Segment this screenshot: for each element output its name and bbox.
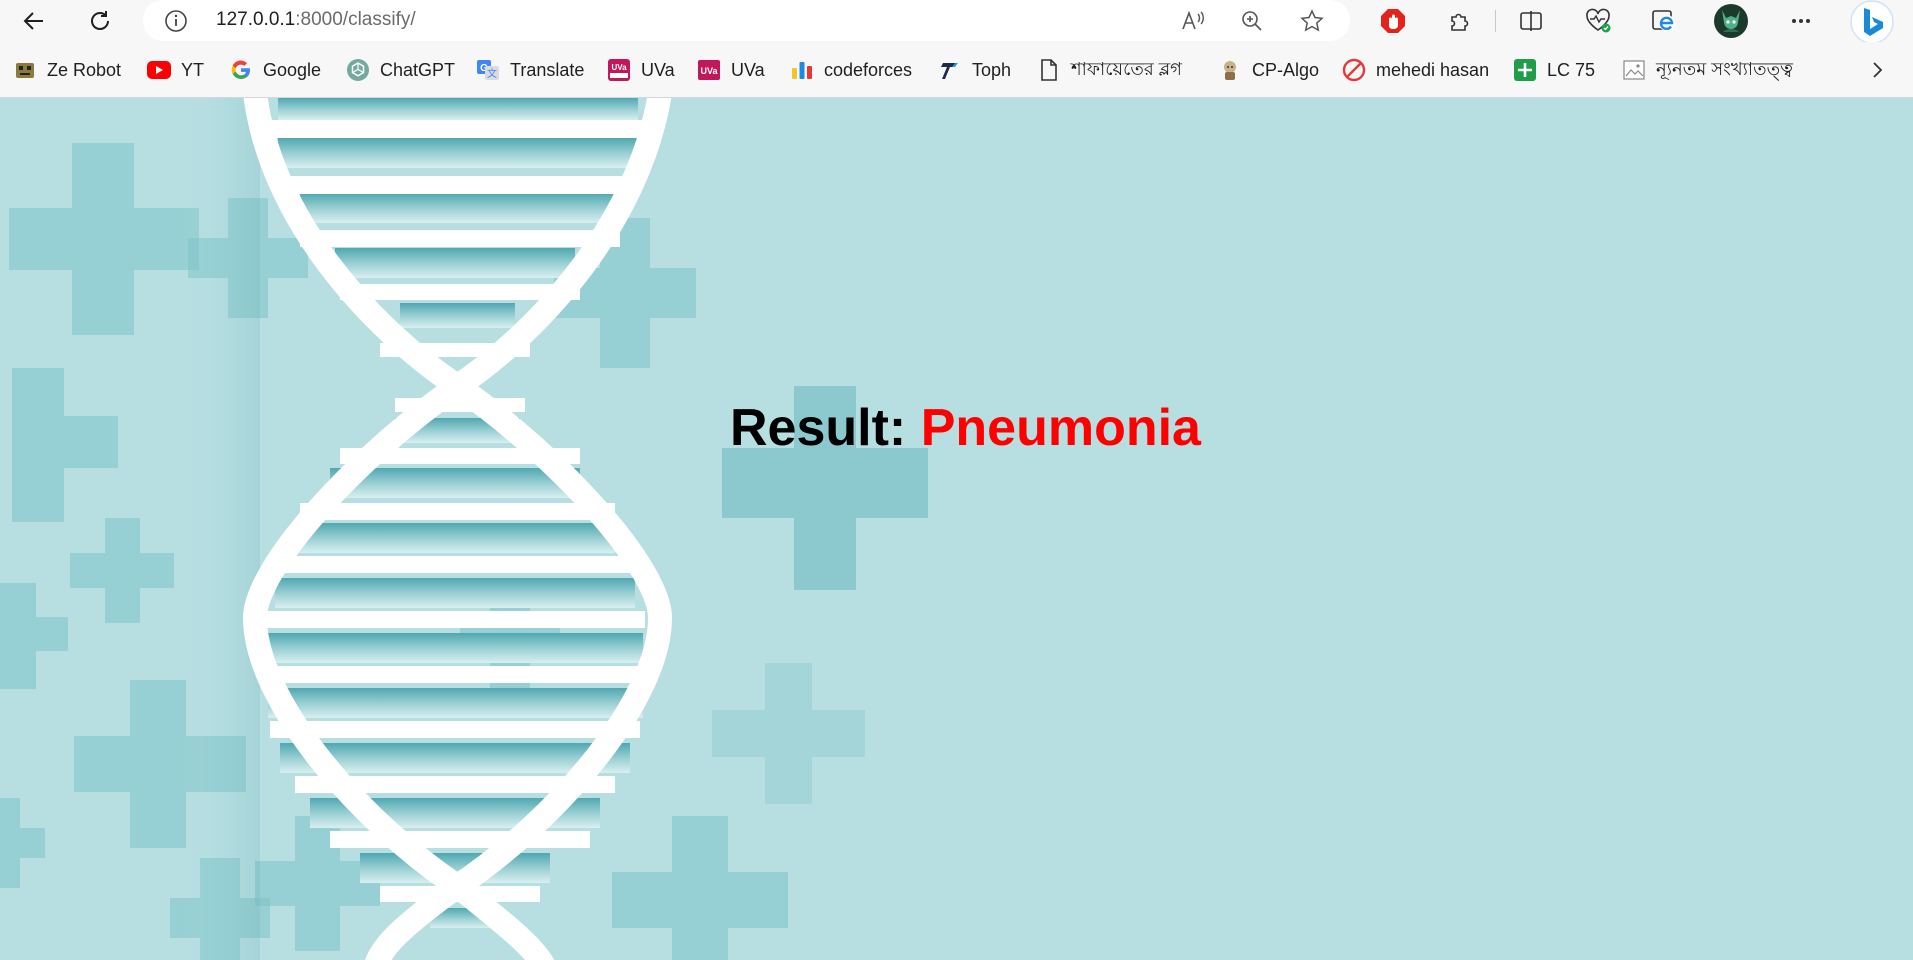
bookmark-uva[interactable]: UVa UVa: [696, 55, 765, 85]
bookmark-label: Google: [263, 59, 322, 80]
bookmark-label: ন্যূনতম সংখ্যাতত্ত্ব: [1656, 58, 1793, 79]
bookmark-label: CP-Algo: [1252, 59, 1320, 80]
svg-text:文: 文: [487, 67, 497, 80]
bookmark-cp-algo[interactable]: CP-Algo: [1217, 55, 1319, 85]
bookmark-label: UVa: [641, 59, 675, 80]
bookmark-toph[interactable]: Toph: [937, 55, 1011, 85]
youtube-icon: [146, 57, 172, 83]
read-aloud-icon[interactable]: [1178, 6, 1208, 36]
split-screen-icon[interactable]: [1513, 3, 1549, 39]
browser-essentials-icon[interactable]: [1580, 3, 1616, 39]
back-arrow-icon: [23, 12, 43, 30]
adblock-extension-icon[interactable]: [1375, 3, 1411, 39]
refresh-icon: [91, 11, 109, 30]
url-path: :8000/classify/: [295, 9, 416, 30]
plus-icon: [1512, 57, 1538, 83]
url-host: 127.0.0.1: [216, 9, 296, 30]
zoom-icon[interactable]: [1237, 6, 1267, 36]
bookmark-mehedi-hasan[interactable]: mehedi hasan: [1341, 55, 1489, 85]
extensions-puzzle-icon[interactable]: [1441, 3, 1477, 39]
profile-avatar[interactable]: [1713, 3, 1749, 39]
bookmark-translate[interactable]: G文 Translate: [475, 55, 584, 85]
bookmark-ze-robot[interactable]: Ze Robot: [12, 55, 121, 85]
page-content: Result: Pneumonia: [0, 98, 1913, 960]
bookmarks-overflow-chevron-icon[interactable]: [1862, 55, 1892, 85]
bookmark-shafayet-blog[interactable]: শাফায়েতের ব্লগ: [1036, 55, 1182, 85]
uva-hunting-icon: UVa: [606, 57, 632, 83]
address-bar[interactable]: 127.0.0.1:8000/classify/: [143, 0, 1350, 41]
svg-text:UVa: UVa: [700, 66, 718, 76]
no-sign-icon: [1341, 57, 1367, 83]
bing-copilot-icon[interactable]: [1850, 0, 1894, 44]
page-icon: [1036, 57, 1062, 83]
back-button[interactable]: [16, 3, 52, 39]
dna-background-illustration: [0, 98, 928, 960]
bookmark-label: Ze Robot: [47, 59, 122, 80]
bookmark-google[interactable]: Google: [228, 55, 321, 85]
more-options-icon[interactable]: [1783, 3, 1819, 39]
favorite-star-icon[interactable]: [1297, 6, 1327, 36]
robot-icon: [12, 57, 38, 83]
bookmark-label: codeforces: [824, 59, 913, 80]
url-text[interactable]: 127.0.0.1:8000/classify/: [216, 9, 416, 31]
bookmark-label: LC 75: [1547, 59, 1596, 80]
bookmark-number-theory[interactable]: ন্যূনতম সংখ্যাতত্ত্ব: [1621, 55, 1793, 85]
bookmark-label: mehedi hasan: [1376, 59, 1490, 80]
result-heading: Result: Pneumonia: [730, 398, 1201, 458]
toph-icon: [937, 57, 963, 83]
bookmark-label: YT: [181, 59, 205, 80]
translate-icon: G文: [475, 57, 501, 83]
site-info-icon[interactable]: [163, 8, 189, 34]
uva-icon: UVa: [696, 57, 722, 83]
bookmark-codeforces[interactable]: codeforces: [789, 55, 912, 85]
result-value: Pneumonia: [920, 399, 1201, 457]
codeforces-icon: [789, 57, 815, 83]
bookmark-label: শাফায়েতের ব্লগ: [1071, 58, 1182, 79]
bookmark-yt[interactable]: YT: [146, 55, 204, 85]
bookmark-label: ChatGPT: [380, 59, 456, 80]
browser-toolbar: 127.0.0.1:8000/classify/: [0, 0, 1913, 44]
bookmarks-bar: Ze Robot YT Google ChatGPT G文 Translate …: [0, 42, 1913, 98]
image-icon: [1621, 57, 1647, 83]
cp-algo-icon: [1217, 57, 1243, 83]
bookmark-label: Translate: [510, 59, 585, 80]
bookmark-label: Toph: [972, 59, 1012, 80]
bookmark-chatgpt[interactable]: ChatGPT: [345, 55, 455, 85]
result-label: Result:: [730, 399, 907, 457]
svg-text:UVa: UVa: [611, 63, 627, 72]
internet-explorer-mode-icon[interactable]: [1646, 3, 1682, 39]
refresh-button[interactable]: [82, 3, 118, 39]
google-icon: [228, 57, 254, 83]
chatgpt-icon: [345, 57, 371, 83]
bookmark-lc-75[interactable]: LC 75: [1512, 55, 1595, 85]
bookmark-uva-hunting[interactable]: UVa UVa: [606, 55, 675, 85]
toolbar-separator: [1495, 10, 1496, 32]
bookmark-label: UVa: [731, 59, 765, 80]
